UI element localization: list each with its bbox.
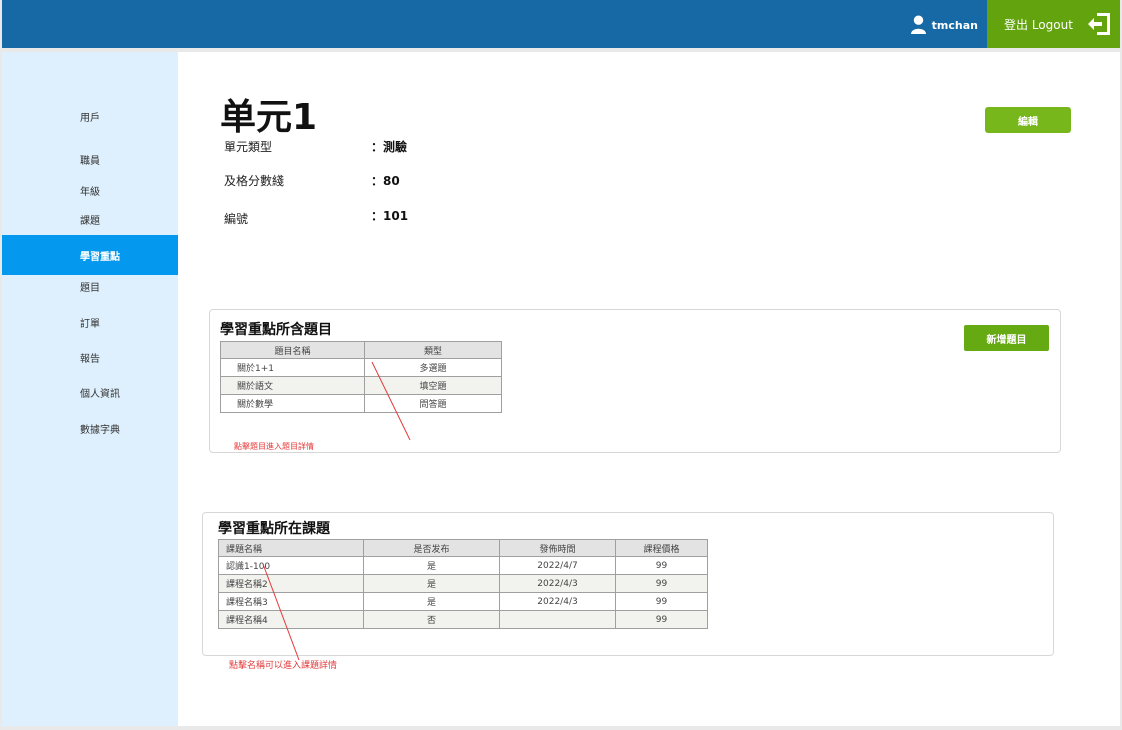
question-annotation: 點擊題目進入題目詳情 <box>234 442 314 451</box>
logout-button[interactable]: 登出 Logout <box>987 0 1120 48</box>
course-price: 99 <box>615 592 708 611</box>
question-name[interactable]: 關於數學 <box>220 394 365 413</box>
table-row[interactable]: 關於語文 填空題 <box>220 376 502 395</box>
table-row[interactable]: 課程名稱2 是 2022/4/3 99 <box>218 574 708 593</box>
user-icon <box>910 15 926 34</box>
published-status: 是 <box>363 592 500 611</box>
sidebar-item-data-dictionary[interactable]: 數據字典 <box>2 408 178 448</box>
questions-table: 題目名稱 類型 關於1+1 多選題 關於語文 填空題 關於數學 問答題 <box>220 341 502 413</box>
add-question-button[interactable]: 新增題目 <box>964 325 1049 351</box>
sidebar-item-orders[interactable]: 訂單 <box>2 302 178 342</box>
info-label-type: 單元類型 <box>224 140 273 154</box>
sidebar-item-reports[interactable]: 報告 <box>2 337 178 377</box>
questions-section: 學習重點所含題目 新增題目 題目名稱 類型 關於1+1 多選題 關於語文 填空題 關… <box>209 309 1061 453</box>
column-price: 課程價格 <box>615 539 708 557</box>
info-value-pass-score: ：80 <box>371 174 400 188</box>
published-status: 是 <box>363 556 500 575</box>
sidebar-item-topics[interactable]: 課題 <box>2 199 178 239</box>
questions-title: 學習重點所含題目 <box>220 322 332 338</box>
question-name[interactable]: 關於語文 <box>220 376 365 395</box>
table-row[interactable]: 認識1-100 是 2022/4/7 99 <box>218 556 708 575</box>
column-course-name: 課題名稱 <box>218 539 364 557</box>
course-annotation: 點擊名稱可以進入課題詳情 <box>229 661 338 671</box>
column-published: 是否发布 <box>363 539 500 557</box>
top-header: tmchan 登出 Logout <box>2 0 1120 48</box>
course-price: 99 <box>615 574 708 593</box>
publish-time <box>499 610 616 629</box>
sidebar: 用戶 職員 年級 課題 學習重點 題目 訂單 報告 個人資訊 數據字典 <box>2 52 178 726</box>
courses-title: 學習重點所在課題 <box>218 521 330 537</box>
courses-table: 課題名稱 是否发布 發佈時間 課程價格 認識1-100 是 2022/4/7 99 課… <box>218 539 708 629</box>
logout-icon <box>1087 13 1110 35</box>
column-question-name: 題目名稱 <box>220 341 365 359</box>
sidebar-item-users[interactable]: 用戶 <box>2 96 178 136</box>
course-price: 99 <box>615 610 708 629</box>
publish-time: 2022/4/3 <box>499 574 616 593</box>
sidebar-item-questions[interactable]: 題目 <box>2 266 178 306</box>
question-name[interactable]: 關於1+1 <box>220 358 365 377</box>
table-header-row: 題目名稱 類型 <box>220 341 502 359</box>
column-question-type: 類型 <box>364 341 502 359</box>
sidebar-item-profile[interactable]: 個人資訊 <box>2 372 178 412</box>
course-name[interactable]: 認識1-100 <box>218 556 364 575</box>
table-row[interactable]: 課程名稱3 是 2022/4/3 99 <box>218 592 708 611</box>
published-status: 否 <box>363 610 500 629</box>
question-type: 多選題 <box>364 358 502 377</box>
table-row[interactable]: 關於1+1 多選題 <box>220 358 502 377</box>
published-status: 是 <box>363 574 500 593</box>
page-title: 单元1 <box>220 97 318 138</box>
table-row[interactable]: 課程名稱4 否 99 <box>218 610 708 629</box>
edit-button[interactable]: 編輯 <box>985 107 1071 133</box>
table-row[interactable]: 關於數學 問答題 <box>220 394 502 413</box>
course-name[interactable]: 課程名稱2 <box>218 574 364 593</box>
column-publish-time: 發佈時間 <box>499 539 616 557</box>
question-type: 問答題 <box>364 394 502 413</box>
courses-section: 學習重點所在課題 課題名稱 是否发布 發佈時間 課程價格 認識1-100 是 202… <box>202 512 1054 671</box>
course-name[interactable]: 課程名稱4 <box>218 610 364 629</box>
publish-time: 2022/4/3 <box>499 592 616 611</box>
logout-label: 登出 Logout <box>1004 17 1073 32</box>
question-type: 填空題 <box>364 376 502 395</box>
user-profile[interactable]: tmchan <box>910 14 978 36</box>
main-content: 单元1 編輯 單元類型 ：測驗 及格分數綫 ：80 編號 ：101 學習重點所含… <box>178 52 1120 726</box>
info-label-id: 編號 <box>224 212 249 226</box>
course-name[interactable]: 課程名稱3 <box>218 592 364 611</box>
table-header-row: 課題名稱 是否发布 發佈時間 課程價格 <box>218 539 708 557</box>
info-value-id: ：101 <box>371 209 409 223</box>
info-value-type: ：測驗 <box>371 140 408 154</box>
publish-time: 2022/4/7 <box>499 556 616 575</box>
info-label-pass-score: 及格分數綫 <box>224 174 285 188</box>
course-price: 99 <box>615 556 708 575</box>
username: tmchan <box>931 18 978 32</box>
